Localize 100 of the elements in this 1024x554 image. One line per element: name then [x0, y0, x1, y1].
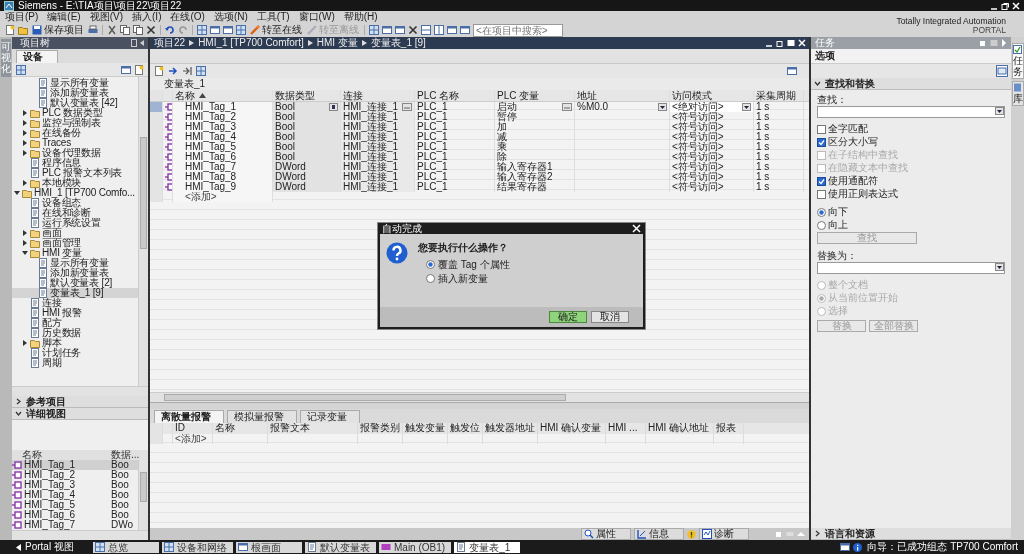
split-vertical-icon[interactable]	[434, 25, 444, 35]
table-row[interactable]: HMI_Tag_5 Boo	[12, 500, 138, 510]
folder-icon[interactable]	[18, 25, 28, 35]
vertical-tab[interactable]: 任务	[1011, 43, 1024, 79]
tree-item[interactable]: 历史数据	[12, 328, 138, 338]
cut-icon[interactable]	[107, 25, 117, 35]
tree-item[interactable]: PLC 数据类型	[12, 108, 138, 118]
columns-icon[interactable]	[196, 66, 206, 76]
split-horizontal-icon[interactable]	[421, 25, 431, 35]
breadcrumb-item[interactable]: 变量表_1 [9]	[370, 37, 426, 49]
search-field[interactable]: <在项目中搜索>	[473, 23, 563, 37]
column-header[interactable]: PLC 名称	[415, 90, 495, 101]
section-header[interactable]: 参考项目	[12, 396, 148, 408]
delete-icon[interactable]	[146, 25, 156, 35]
collapse-arrow-icon[interactable]	[1001, 39, 1007, 47]
column-header[interactable]: 名称	[173, 90, 273, 101]
radio-button[interactable]: 覆盖 Tag 个属性	[418, 259, 510, 270]
tree-item[interactable]: HMI_1 [TP700 Comfo...	[12, 188, 138, 198]
tree-item[interactable]: 画面管理	[12, 238, 138, 248]
dropdown-button[interactable]	[995, 263, 1004, 271]
taskbar-item[interactable]: 变量表_1	[454, 541, 521, 553]
column-header[interactable]: 数据类型	[273, 90, 341, 101]
cancel-button[interactable]: 取消	[591, 311, 629, 323]
column-header[interactable]: 数据...	[111, 450, 138, 460]
add-row[interactable]: <添加>	[173, 192, 273, 202]
tree-item[interactable]: 设备代理数据	[12, 148, 138, 158]
tree-item[interactable]: 显示所有变量	[12, 258, 138, 268]
save-project-button[interactable]: 保存项目	[31, 24, 85, 36]
taskbar-item[interactable]: 根画面	[236, 541, 302, 553]
tree-item[interactable]: 计划任务	[12, 348, 138, 358]
menu-item[interactable]: 在线(O)	[170, 11, 205, 23]
table-row[interactable]: HMI_Tag_2 Boo	[12, 470, 138, 480]
menu-item[interactable]: 插入(I)	[132, 11, 162, 23]
replace-field[interactable]	[817, 262, 1005, 274]
tree-item[interactable]: PLC 报警文本列表	[12, 168, 138, 178]
add-tag-icon[interactable]	[154, 66, 164, 76]
add-icon[interactable]	[134, 64, 144, 75]
radio-button[interactable]: 插入新变量	[418, 273, 510, 284]
menu-item[interactable]: 视图(V)	[89, 11, 124, 23]
tree-item[interactable]: 默认变量表 [42]	[12, 98, 138, 108]
dropdown-button[interactable]	[329, 103, 338, 111]
tree-item[interactable]: 在线和诊断	[12, 208, 138, 218]
tree-item[interactable]: 配方	[12, 318, 138, 328]
ellipsis-button[interactable]	[402, 103, 412, 111]
checkbox[interactable]: 区分大小写	[817, 136, 1005, 148]
ellipsis-button[interactable]	[562, 103, 572, 111]
tree-item[interactable]: 变量表_1 [9]	[12, 288, 138, 298]
horizontal-scrollbar[interactable]	[150, 392, 809, 402]
device-icon[interactable]	[16, 64, 26, 75]
column-header[interactable]: HMI 确认变量	[538, 423, 606, 434]
column-header[interactable]: 报警类别	[358, 423, 403, 434]
window-icon[interactable]	[996, 65, 1008, 77]
menu-item[interactable]: 选项(N)	[213, 11, 248, 23]
tab[interactable]: 模拟量报警	[227, 410, 297, 423]
taskbar-item[interactable]: 总览	[93, 541, 159, 553]
collapse-panel-icon[interactable]	[131, 39, 145, 47]
tree-item[interactable]: 在线备份	[12, 128, 138, 138]
column-header[interactable]: 报警文本	[268, 423, 358, 434]
restore-icon[interactable]	[776, 39, 784, 47]
dropdown-button[interactable]	[742, 103, 751, 111]
column-header[interactable]: 名称	[12, 450, 111, 460]
breadcrumb-item[interactable]: HMI_1 [TP700 Comfort]	[198, 37, 304, 49]
horizontal-scrollbar[interactable]	[12, 386, 148, 396]
add-row[interactable]: <添加>	[175, 434, 207, 444]
go-online-button[interactable]: 转至在线	[249, 24, 303, 36]
checkbox[interactable]: 使用通配符	[817, 175, 1005, 187]
dropdown-button[interactable]	[995, 107, 1004, 115]
tree-item[interactable]: 显示所有变量	[12, 78, 138, 88]
taskbar-item[interactable]: Main (OB1)	[379, 541, 452, 553]
tree-item[interactable]: 脚本	[12, 338, 138, 348]
table-row[interactable]: HMI_Tag_4 Boo	[12, 490, 138, 500]
tree-item[interactable]: 画面	[12, 228, 138, 238]
maximize-icon[interactable]	[787, 39, 795, 47]
tree-item[interactable]: 连接	[12, 298, 138, 308]
column-header[interactable]: 报表	[714, 423, 744, 434]
column-header[interactable]: 触发变量	[403, 423, 448, 434]
window-icon[interactable]	[460, 25, 470, 35]
tab[interactable]: 离散量报警	[154, 410, 224, 423]
vertical-scrollbar[interactable]	[138, 77, 148, 386]
grid-icon[interactable]	[197, 25, 207, 35]
copy-icon[interactable]	[120, 25, 130, 35]
radio-button[interactable]: 向上	[817, 219, 1005, 231]
column-header[interactable]: 连接	[341, 90, 415, 101]
tree-item[interactable]: Traces	[12, 138, 138, 148]
section-header[interactable]: 详细视图	[12, 408, 148, 420]
tree-item[interactable]: 本地模块	[12, 178, 138, 188]
column-header[interactable]: 触发器地址	[483, 423, 538, 434]
taskbar-item[interactable]: 默认变量表	[305, 541, 376, 553]
tab[interactable]: 诊断	[699, 528, 749, 540]
vertical-tab[interactable]: 库	[1011, 81, 1024, 106]
menu-item[interactable]: 帮助(H)	[343, 11, 378, 23]
column-header[interactable]: PLC 变量	[495, 90, 575, 101]
window-icon[interactable]	[382, 25, 392, 35]
column-header[interactable]: ID	[173, 423, 213, 434]
tree-item[interactable]: 监控与强制表	[12, 118, 138, 128]
tree-item[interactable]: 周期	[12, 358, 138, 368]
find-field[interactable]	[817, 106, 1005, 118]
tree-item[interactable]: 默认变量表 [2]	[12, 278, 138, 288]
paste-icon[interactable]	[133, 25, 143, 35]
taskbar-item[interactable]: 设备和网络	[162, 541, 233, 553]
